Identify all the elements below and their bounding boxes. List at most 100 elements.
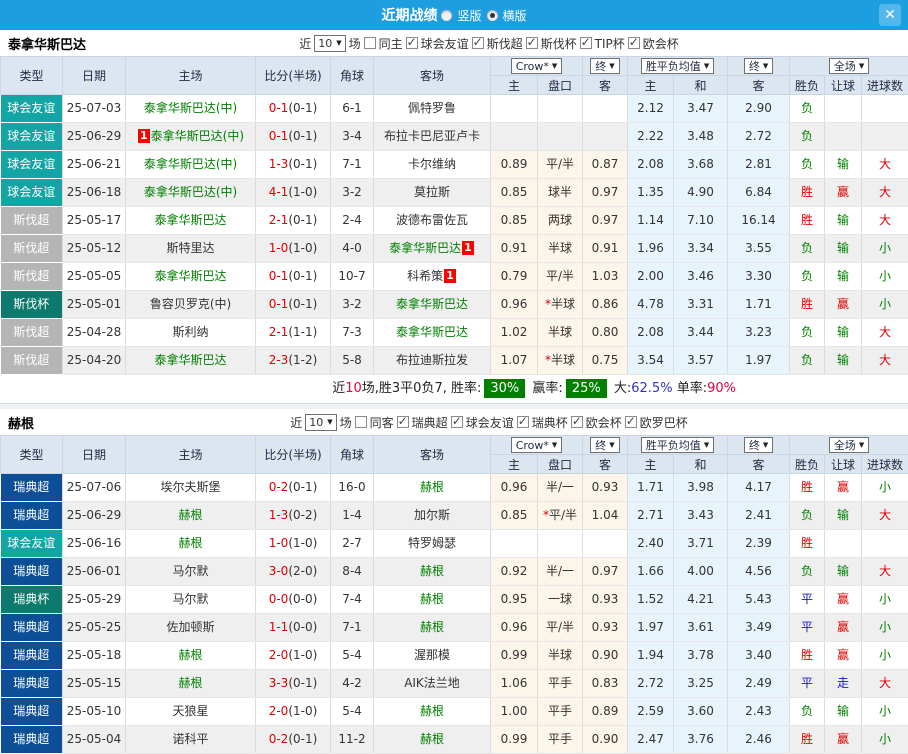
avg-select[interactable]: 胜平负均值▼ <box>641 58 714 74</box>
league-checkbox[interactable] <box>580 37 592 49</box>
league-checkbox[interactable] <box>451 416 463 428</box>
handicap-rate-badge: 25% <box>566 379 607 398</box>
league-label[interactable]: 瑞典超 <box>412 414 448 431</box>
fulltime-score: 1-3 <box>269 508 289 522</box>
corner-cell: 2-7 <box>331 530 374 558</box>
league-label[interactable]: 球会友谊 <box>466 414 514 431</box>
match-row: 球会友谊25-06-18泰拿华斯巴达(中)4-1(1-0)3-2莫拉斯0.85球… <box>1 179 908 207</box>
close-icon[interactable]: ✕ <box>879 4 901 26</box>
league-checkbox[interactable] <box>628 37 640 49</box>
score-cell: 3-0(2-0) <box>256 558 331 586</box>
fulltime-score: 2-3 <box>269 353 289 367</box>
home-odds-cell: 0.89 <box>491 151 538 179</box>
scope-select[interactable]: 全场▼ <box>829 58 869 74</box>
match-count-select[interactable]: 10▼ <box>305 414 336 431</box>
avg-final-select[interactable]: 终▼ <box>744 58 773 74</box>
avg-final-select[interactable]: 终▼ <box>744 437 773 453</box>
halftime-score: (0-2) <box>288 508 317 522</box>
home-odds-cell <box>491 123 538 151</box>
near-label: 近 <box>290 414 302 431</box>
league-type-cell: 斯伐超 <box>1 319 63 347</box>
scope-select[interactable]: 全场▼ <box>829 437 869 453</box>
date-cell: 25-05-18 <box>63 642 126 670</box>
home-team-name: 泰拿华斯巴达 <box>154 353 226 367</box>
league-label[interactable]: 欧会杯 <box>643 35 679 52</box>
away-team-name: 加尔斯 <box>414 508 450 522</box>
match-row: 瑞典超25-06-01马尔默3-0(2-0)8-4赫根0.92半/一0.971.… <box>1 558 908 586</box>
home-team-cell: 赫根 <box>126 530 256 558</box>
league-checkbox[interactable] <box>472 37 484 49</box>
odds-source-select[interactable]: Crow*▼ <box>511 58 563 74</box>
col-goals: 进球数 <box>862 76 908 95</box>
league-checkbox[interactable] <box>406 37 418 49</box>
league-label[interactable]: 欧会杯 <box>586 414 622 431</box>
match-row: 瑞典超25-07-06埃尔夫斯堡0-2(0-1)16-0赫根0.96半/一0.9… <box>1 474 908 502</box>
odds-source-select[interactable]: Crow*▼ <box>511 437 563 453</box>
score-cell: 2-1(0-1) <box>256 207 331 235</box>
corner-cell: 7-3 <box>331 319 374 347</box>
vertical-layout-label[interactable]: 竖版 <box>457 7 481 24</box>
horizontal-layout-radio[interactable] <box>487 10 498 21</box>
result-goals-cell: 大 <box>862 319 908 347</box>
odds-final-select[interactable]: 终▼ <box>590 437 619 453</box>
date-cell: 25-06-29 <box>63 502 126 530</box>
league-type-cell: 瑞典超 <box>1 670 63 698</box>
col-odds-home: 主 <box>491 76 538 95</box>
league-type-cell: 斯伐超 <box>1 207 63 235</box>
avg-draw-cell: 3.60 <box>674 698 728 726</box>
home-team-cell: 泰拿华斯巴达 <box>126 347 256 375</box>
result-handicap-cell: 赢 <box>825 586 862 614</box>
same-venue-checkbox[interactable] <box>355 416 367 428</box>
same-venue-checkbox[interactable] <box>364 37 376 49</box>
league-label[interactable]: 欧罗巴杯 <box>640 414 688 431</box>
avg-away-cell: 6.84 <box>728 179 790 207</box>
home-team-cell: 马尔默 <box>126 586 256 614</box>
away-odds-cell: 0.89 <box>583 698 628 726</box>
home-odds-cell: 0.85 <box>491 207 538 235</box>
home-team-cell: 泰拿华斯巴达(中) <box>126 95 256 123</box>
match-row: 斯伐超25-05-12斯特里达1-0(1-0)4-0泰拿华斯巴达10.91半球0… <box>1 235 908 263</box>
league-label[interactable]: 瑞典杯 <box>532 414 568 431</box>
league-label[interactable]: 斯伐杯 <box>541 35 577 52</box>
same-venue-label[interactable]: 同客 <box>370 414 394 431</box>
horizontal-layout-label[interactable]: 横版 <box>503 7 527 24</box>
away-team-name: 赫根 <box>420 704 444 718</box>
score-cell: 2-1(1-1) <box>256 319 331 347</box>
col-away: 客场 <box>374 436 491 474</box>
score-cell: 0-1(0-1) <box>256 123 331 151</box>
league-checkbox[interactable] <box>625 416 637 428</box>
col-goals: 进球数 <box>862 455 908 474</box>
away-team-cell: 布拉迪斯拉发 <box>374 347 491 375</box>
league-type-cell: 球会友谊 <box>1 95 63 123</box>
avg-home-cell: 2.08 <box>628 319 674 347</box>
league-checkbox[interactable] <box>397 416 409 428</box>
chevron-down-icon: ▼ <box>859 441 864 449</box>
avg-home-cell: 1.14 <box>628 207 674 235</box>
home-odds-cell: 0.92 <box>491 558 538 586</box>
halftime-score: (0-1) <box>288 297 317 311</box>
away-team-name: 卡尔维纳 <box>408 157 456 171</box>
league-checkbox[interactable] <box>517 416 529 428</box>
col-type: 类型 <box>1 57 63 95</box>
fulltime-score: 2-1 <box>269 325 289 339</box>
away-team-cell: 科希策1 <box>374 263 491 291</box>
league-label[interactable]: 斯伐超 <box>487 35 523 52</box>
home-team-name: 泰拿华斯巴达(中) <box>144 101 237 115</box>
home-team-name: 赫根 <box>178 508 202 522</box>
handicap-cell: 球半 <box>538 179 583 207</box>
vertical-layout-radio[interactable] <box>441 10 452 21</box>
match-count-select[interactable]: 10▼ <box>314 35 345 52</box>
avg-select[interactable]: 胜平负均值▼ <box>641 437 714 453</box>
home-odds-cell: 1.06 <box>491 670 538 698</box>
league-checkbox[interactable] <box>571 416 583 428</box>
result-wdl-cell: 负 <box>790 347 825 375</box>
result-handicap-cell: 走 <box>825 670 862 698</box>
league-checkbox[interactable] <box>526 37 538 49</box>
league-label[interactable]: TIP杯 <box>595 35 625 52</box>
odds-final-select[interactable]: 终▼ <box>590 58 619 74</box>
matches-table-away-team: 类型 日期 主场 比分(半场) 角球 客场 Crow*▼ 终▼ 胜平负均值▼ 终… <box>0 435 908 754</box>
same-venue-label[interactable]: 同主 <box>379 35 403 52</box>
home-team-name: 诺科平 <box>172 732 208 746</box>
home-odds-cell: 1.02 <box>491 319 538 347</box>
league-label[interactable]: 球会友谊 <box>421 35 469 52</box>
